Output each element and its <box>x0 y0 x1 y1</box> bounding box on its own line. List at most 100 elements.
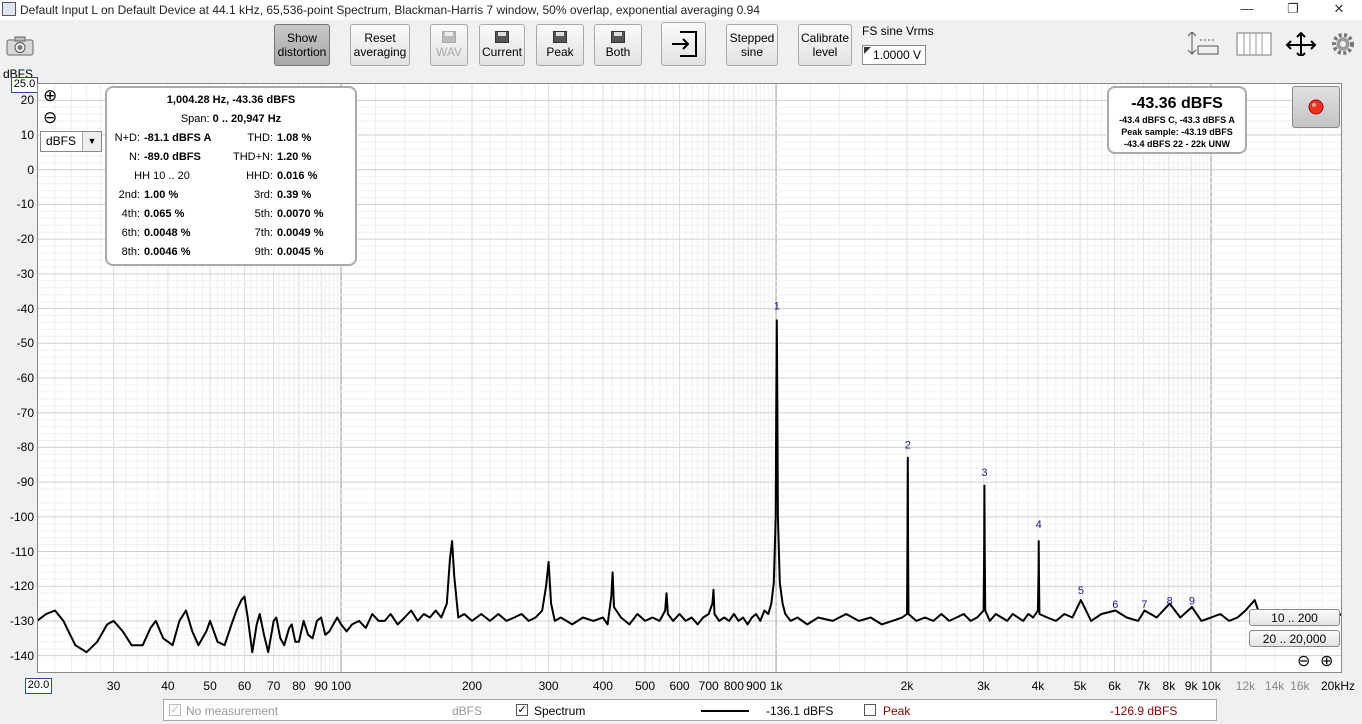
y-tick-label: -20 <box>16 232 34 247</box>
distortion-row-label: 4th: <box>121 208 140 220</box>
import-button[interactable] <box>661 22 706 66</box>
distortion-row-value: 0.0070 % <box>277 208 324 220</box>
no-measurement-label: No measurement <box>186 704 279 718</box>
x-tick-label: 40 <box>161 679 175 693</box>
layout-icon[interactable] <box>1236 32 1272 56</box>
gear-icon[interactable] <box>1330 31 1356 55</box>
fs-sine-input[interactable]: 1.0000 V <box>862 45 926 65</box>
distortion-row-label: THD: <box>247 132 273 144</box>
distortion-row-value: 0.0048 % <box>144 227 191 239</box>
x-tick-label: 3k <box>977 679 990 693</box>
distortion-row-value: -81.1 dBFS A <box>144 132 212 144</box>
wav-label: WAV <box>436 45 462 59</box>
both-button[interactable]: Both <box>594 24 642 66</box>
fs-sine-label: FS sine Vrms <box>862 24 934 38</box>
wav-button[interactable]: WAV <box>430 24 468 66</box>
stepped-sine-button[interactable]: Stepped sine <box>726 24 778 66</box>
current-button[interactable]: Current <box>479 24 525 66</box>
distortion-row-label: HHD: <box>246 170 273 182</box>
show-distortion-label-1: Show <box>286 31 318 45</box>
save-icon <box>553 31 567 43</box>
distortion-row-label: 8th: <box>121 246 140 258</box>
y-tick-label: -40 <box>16 301 34 316</box>
y-tick-label: -120 <box>9 579 34 594</box>
distortion-row-label: 7th: <box>254 227 273 239</box>
camera-icon[interactable] <box>6 36 34 56</box>
x-tick-label: 1k <box>769 679 783 693</box>
reset-averaging-button[interactable]: Reset averaging <box>350 24 410 66</box>
x-zoom-in-icon[interactable]: ⊕ <box>1320 651 1333 671</box>
y-tick-label: -60 <box>16 371 34 385</box>
y-tick-label: -10 <box>16 197 34 212</box>
x-tick-label: 2k <box>900 679 914 693</box>
app-icon <box>2 2 16 16</box>
x-zoom-out-icon[interactable]: ⊖ <box>1297 651 1310 671</box>
harmonic-marker-label: 1 <box>774 301 780 313</box>
x-tick-label: 4k <box>1031 679 1045 693</box>
distortion-row-value: 0.016 % <box>277 170 318 182</box>
y-top-value-box[interactable]: 25.0 <box>11 77 38 93</box>
distortion-row-label: HH 10 .. 20 <box>134 170 190 182</box>
y-tick-label: -50 <box>16 336 34 351</box>
harmonic-marker-label: 6 <box>1112 599 1118 611</box>
minimize-button[interactable]: — <box>1224 0 1270 20</box>
distortion-panel: 1,004.28 Hz, -43.36 dBFS Span: 0 .. 20,9… <box>105 86 357 266</box>
x-tick-label: 400 <box>592 679 613 693</box>
x-tick-label: 30 <box>106 679 121 693</box>
level-line-3: -43.4 dBFS 22 - 22k UNW <box>1123 139 1231 149</box>
harmonic-marker-label: 7 <box>1141 599 1147 611</box>
distortion-row-label: N+D: <box>114 132 140 144</box>
peak-label: Peak <box>546 45 574 59</box>
harmonic-marker-label: 4 <box>1036 519 1042 531</box>
distortion-row-label: THD+N: <box>232 151 273 163</box>
spectrum-checkbox[interactable]: ✓ <box>516 704 528 716</box>
x-tick-label: 100 <box>331 679 352 693</box>
y-tick-label: -130 <box>9 613 34 628</box>
range-10-200-button[interactable]: 10 .. 200 <box>1249 609 1340 626</box>
maximize-button[interactable]: ❐ <box>1270 0 1316 20</box>
zoom-out-icon[interactable]: ⊖ <box>43 108 57 128</box>
distortion-row-value: 1.08 % <box>277 132 312 144</box>
spectrum-value: -136.1 dBFS <box>766 704 834 718</box>
span-row: Span: 0 .. 20,947 Hz <box>107 113 355 125</box>
x-tick-label: 200 <box>461 679 483 693</box>
graph-size-icon[interactable] <box>1186 32 1224 56</box>
peak-label: Peak <box>883 704 911 718</box>
distortion-row-label: 9th: <box>254 246 273 258</box>
distortion-row-label: N: <box>129 151 140 163</box>
y-tick-label: -100 <box>9 509 34 524</box>
toolbar: Show distortion Reset averaging WAV Curr… <box>0 20 1362 80</box>
both-label: Both <box>605 45 631 59</box>
move-icon[interactable] <box>1284 32 1318 56</box>
save-icon <box>611 31 625 43</box>
x-start-value-box[interactable]: 20.0 <box>25 678 52 694</box>
peak-checkbox[interactable] <box>864 704 876 716</box>
calibrate-level-button[interactable]: Calibrate level <box>798 24 852 66</box>
zoom-in-icon[interactable]: ⊕ <box>43 86 57 106</box>
record-button[interactable] <box>1292 86 1340 128</box>
distortion-row-value: 1.00 % <box>144 189 179 201</box>
harmonic-marker-label: 2 <box>905 439 911 451</box>
import-icon <box>671 31 697 57</box>
show-distortion-button[interactable]: Show distortion <box>274 24 330 66</box>
close-button[interactable]: ✕ <box>1316 0 1362 20</box>
spectrum-line-swatch <box>701 710 749 712</box>
title-bar: Default Input L on Default Device at 44.… <box>0 0 1362 20</box>
show-distortion-label-2: distortion <box>277 45 327 59</box>
record-icon <box>1308 99 1324 115</box>
peak-button[interactable]: Peak <box>536 24 584 66</box>
stepped-sine-label-1: Stepped <box>729 31 775 45</box>
y-tick-label: -80 <box>16 440 34 455</box>
distortion-row-value: 0.0049 % <box>277 227 324 239</box>
current-label: Current <box>481 45 522 59</box>
spectrum-label: Spectrum <box>534 704 586 718</box>
reset-averaging-label-2: averaging <box>353 45 407 59</box>
level-line-2: Peak sample: -43.19 dBFS <box>1121 127 1233 137</box>
no-measurement-unit: dBFS <box>452 704 483 718</box>
range-20-20000-button[interactable]: 20 .. 20,000 <box>1249 630 1340 647</box>
calibrate-level-label-2: level <box>812 45 838 59</box>
y-tick-label: -140 <box>9 648 34 663</box>
no-measurement-checkbox[interactable]: ✓ <box>169 704 181 716</box>
span-label: Span: <box>180 113 210 125</box>
unit-dropdown[interactable]: dBFS ▼ <box>40 131 102 152</box>
